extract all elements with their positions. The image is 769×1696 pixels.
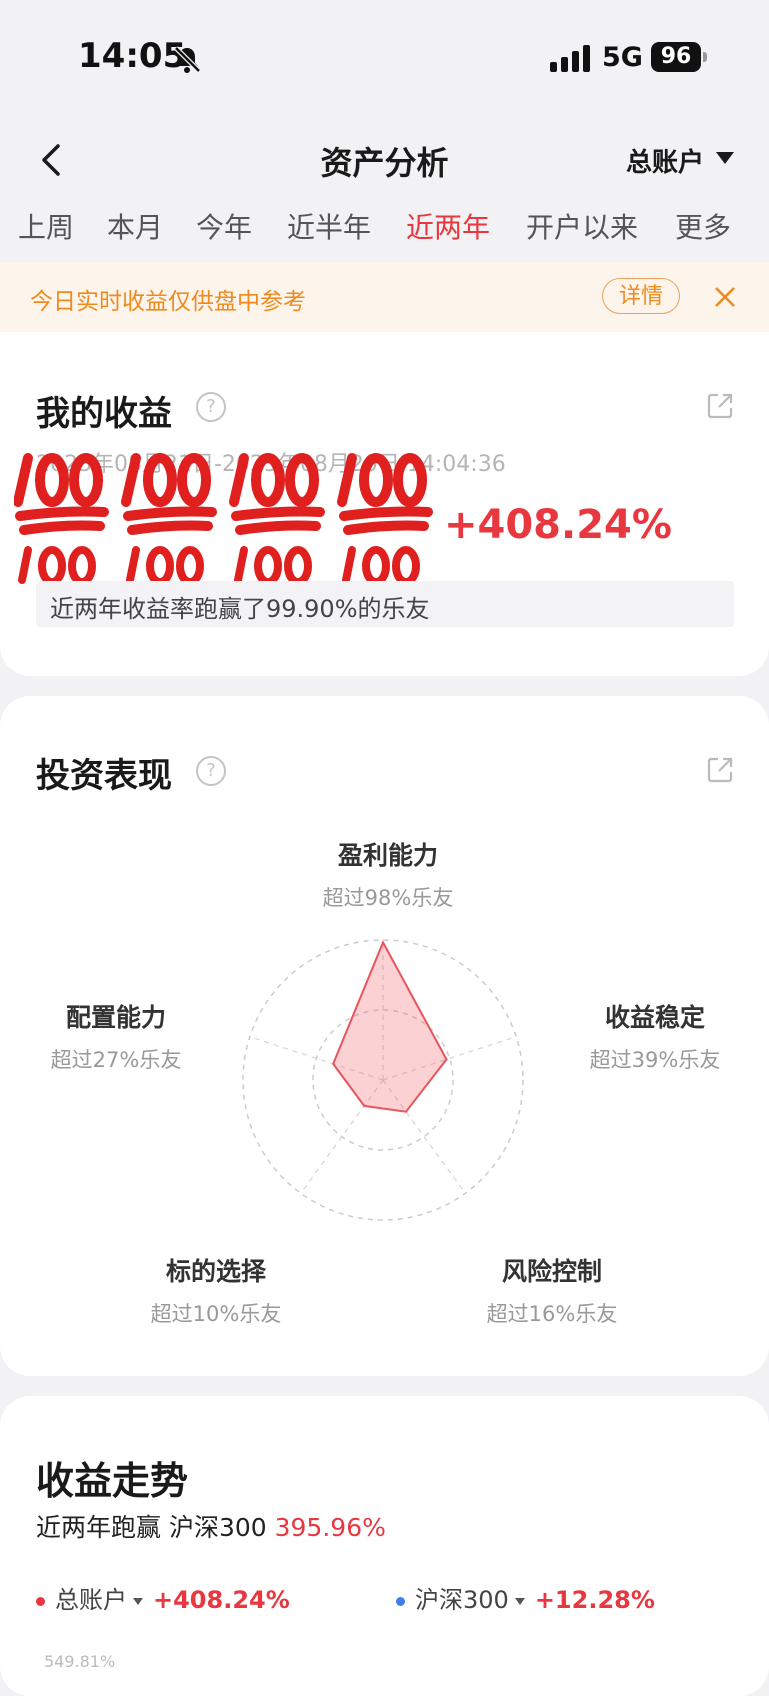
share-icon[interactable] (706, 392, 734, 420)
battery-icon: 96 (651, 42, 701, 72)
axis-label-target-selection: 标的选择 (165, 1257, 266, 1286)
legend-name: 总账户 (55, 1586, 127, 1614)
tab-this-month[interactable]: 本月 (107, 206, 163, 246)
beat-banner: 近两年收益率跑赢了99.90%的乐友 (36, 581, 734, 627)
hundred-emoji-sticker (14, 453, 433, 586)
tab-more[interactable]: 更多 (675, 206, 731, 246)
tab-last-week[interactable]: 上周 (18, 206, 74, 246)
trend-summary-prefix: 近两年跑赢 沪深300 (36, 1513, 275, 1542)
help-icon[interactable]: ? (196, 756, 226, 786)
radar-area (332, 940, 448, 1113)
notice-text: 今日实时收益仅供盘中参考 (30, 289, 306, 315)
bell-muted-icon (174, 46, 201, 73)
status-time: 14:05 (78, 36, 187, 76)
notice-banner: 今日实时收益仅供盘中参考 详情 (0, 262, 769, 332)
legend-dot (36, 1596, 45, 1606)
signal-icon (550, 45, 590, 72)
battery-tip (703, 52, 707, 62)
axis-sub-target-selection: 超过10%乐友 (150, 1302, 282, 1326)
trend-summary-pct: 395.96% (274, 1513, 386, 1542)
legend-total-account[interactable]: 总账户 +408.24% (36, 1580, 290, 1615)
caret-down-icon (133, 1597, 143, 1605)
legend-csi300[interactable]: 沪深300 +12.28% (396, 1580, 655, 1615)
axis-sub-profitability: 超过98%乐友 (322, 886, 454, 910)
y-axis-tick: 549.81% (44, 1652, 116, 1671)
share-icon[interactable] (706, 756, 734, 784)
legend-dot (396, 1596, 405, 1606)
account-selector[interactable]: 总账户 (626, 142, 704, 179)
performance-title: 投资表现 (36, 756, 172, 796)
tab-this-year[interactable]: 今年 (196, 206, 252, 246)
caret-down-icon (514, 1597, 525, 1605)
period-tabs: 上周 本月 今年 近半年 近两年 开户以来 更多 (0, 206, 769, 252)
axis-sub-allocation: 超过27%乐友 (50, 1048, 182, 1072)
legend-value: +408.24% (153, 1586, 290, 1614)
details-button[interactable]: 详情 (602, 278, 680, 314)
tab-half-year[interactable]: 近半年 (287, 206, 371, 246)
axis-sub-risk-control: 超过16%乐友 (486, 1302, 618, 1326)
legend-value: +12.28% (534, 1586, 655, 1614)
axis-label-risk-control: 风险控制 (501, 1257, 602, 1286)
trend-summary: 近两年跑赢 沪深300 395.96% (36, 1508, 386, 1544)
radar-chart (242, 939, 524, 1221)
tab-two-years[interactable]: 近两年 (406, 206, 490, 246)
legend-name: 沪深300 (415, 1586, 509, 1614)
status-bar: 14:05 5G 96 (0, 0, 769, 115)
axis-label-profitability: 盈利能力 (337, 841, 438, 870)
caret-down-icon[interactable] (716, 152, 734, 164)
earnings-title: 我的收益 (36, 394, 172, 434)
axis-label-stability: 收益稳定 (604, 1003, 705, 1032)
network-type: 5G (602, 42, 643, 73)
help-icon[interactable]: ? (196, 392, 226, 422)
axis-label-allocation: 配置能力 (65, 1003, 166, 1032)
beat-text: 近两年收益率跑赢了99.90%的乐友 (50, 595, 430, 623)
tab-since-opening[interactable]: 开户以来 (526, 206, 638, 246)
return-percentage: +408.24% (444, 502, 672, 548)
axis-sub-stability: 超过39%乐友 (589, 1048, 721, 1072)
trend-card (0, 1396, 769, 1696)
trend-title: 收益走势 (36, 1459, 189, 1503)
close-icon[interactable] (714, 286, 736, 308)
